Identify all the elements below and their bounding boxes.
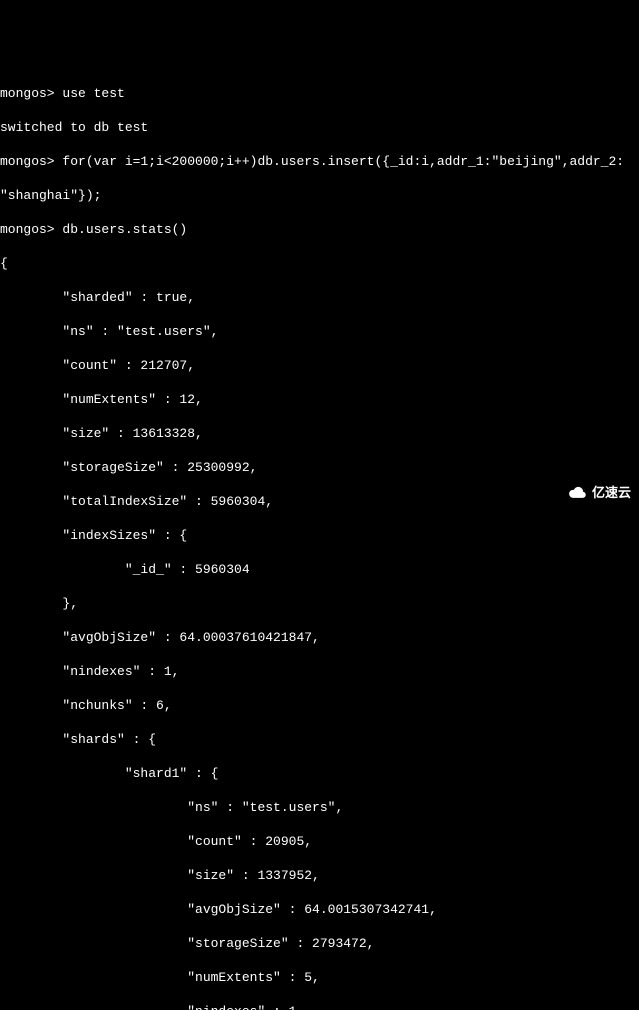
terminal-line: "_id_" : 5960304 (0, 561, 639, 578)
terminal-line: "sharded" : true, (0, 289, 639, 306)
terminal-line: "size" : 13613328, (0, 425, 639, 442)
terminal-line: "shard1" : { (0, 765, 639, 782)
terminal-line: switched to db test (0, 119, 639, 136)
terminal-line: "ns" : "test.users", (0, 323, 639, 340)
terminal-line: "numExtents" : 5, (0, 969, 639, 986)
terminal-line: mongos> db.users.stats() (0, 221, 639, 238)
terminal-line: "nchunks" : 6, (0, 697, 639, 714)
terminal-line: "nindexes" : 1, (0, 1003, 639, 1010)
terminal-line: "ns" : "test.users", (0, 799, 639, 816)
terminal-line: "numExtents" : 12, (0, 391, 639, 408)
terminal-line: "shanghai"}); (0, 187, 639, 204)
terminal-line: "storageSize" : 25300992, (0, 459, 639, 476)
terminal-line: "totalIndexSize" : 5960304, (0, 493, 639, 510)
terminal-line: }, (0, 595, 639, 612)
terminal-line: "nindexes" : 1, (0, 663, 639, 680)
terminal-line: "storageSize" : 2793472, (0, 935, 639, 952)
terminal-line: { (0, 255, 639, 272)
terminal-line: "count" : 20905, (0, 833, 639, 850)
cloud-icon (566, 486, 588, 500)
terminal-line: "avgObjSize" : 64.0015307342741, (0, 901, 639, 918)
terminal-line: mongos> use test (0, 85, 639, 102)
watermark: 亿速云 (566, 484, 631, 501)
terminal-output[interactable]: mongos> use test switched to db test mon… (0, 68, 639, 1010)
terminal-line: "count" : 212707, (0, 357, 639, 374)
terminal-line: "size" : 1337952, (0, 867, 639, 884)
terminal-line: mongos> for(var i=1;i<200000;i++)db.user… (0, 153, 639, 170)
terminal-line: "indexSizes" : { (0, 527, 639, 544)
terminal-line: "shards" : { (0, 731, 639, 748)
terminal-line: "avgObjSize" : 64.00037610421847, (0, 629, 639, 646)
watermark-text: 亿速云 (592, 484, 631, 501)
